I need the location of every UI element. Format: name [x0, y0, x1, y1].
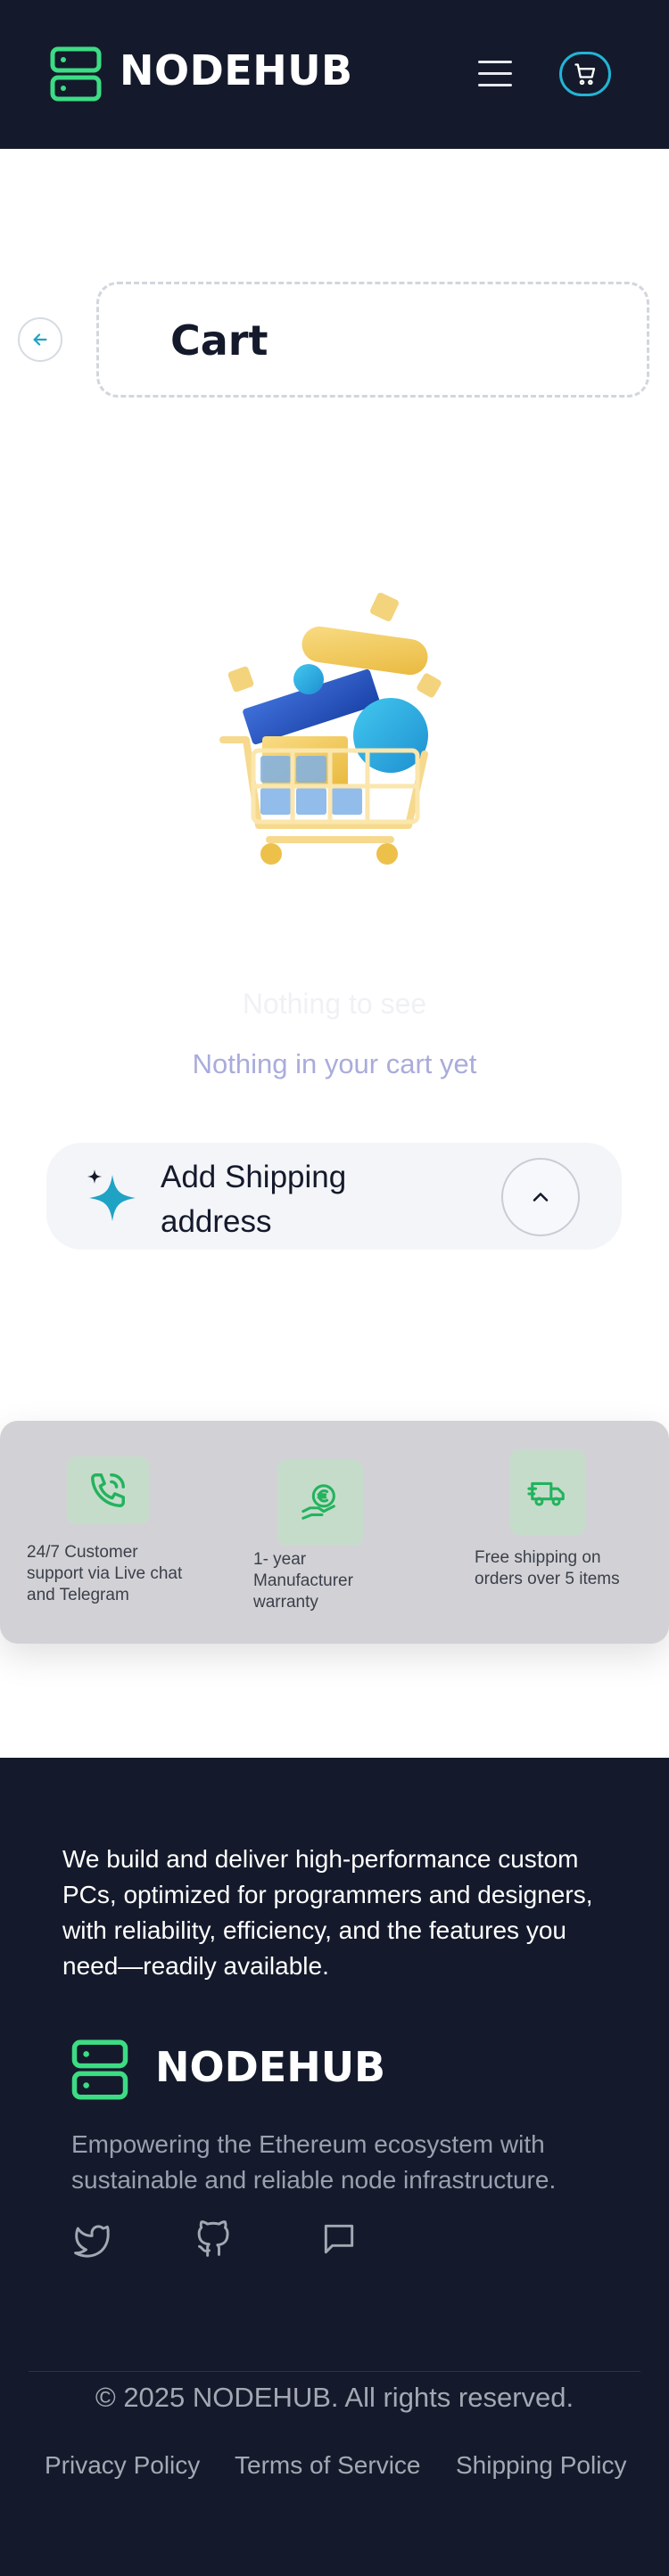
chevron-up-icon: [533, 1193, 549, 1202]
page-title: Cart: [170, 316, 268, 365]
copyright-text: © 2025 NODEHUB. All rights reserved.: [95, 2382, 574, 2413]
shopping-cart-icon: [574, 63, 596, 86]
phone-support-icon: [67, 1456, 149, 1524]
feature-text-warranty: 1- year Manufacturer warranty: [253, 1550, 353, 1612]
site-footer: We build and deliver high-performance cu…: [0, 1758, 669, 2576]
feature-text-support: 24/7 Customer support via Live chat and …: [27, 1543, 183, 1604]
chat-icon[interactable]: [319, 2219, 359, 2259]
empty-heading: Nothing to see: [242, 988, 427, 1020]
brand-name[interactable]: NODEHUB: [120, 46, 353, 94]
accordion-toggle-button[interactable]: [501, 1158, 580, 1236]
privacy-policy-link[interactable]: Privacy Policy: [45, 2451, 200, 2480]
hamburger-menu-icon[interactable]: [478, 61, 514, 89]
back-button[interactable]: [18, 317, 62, 362]
add-shipping-address-accordion[interactable]: Add Shipping address: [46, 1143, 622, 1250]
arrow-left-icon: [33, 333, 47, 346]
euro-hand-warranty-icon: [277, 1460, 363, 1546]
empty-cart-message: Nothing in your cart yet: [192, 1048, 477, 1079]
terms-of-service-link[interactable]: Terms of Service: [235, 2451, 421, 2480]
twitter-icon[interactable]: [71, 2219, 111, 2259]
cart-button[interactable]: [559, 52, 611, 96]
feature-text-shipping: Free shipping on orders over 5 items: [475, 1548, 620, 1588]
cart-title-box: Cart: [96, 282, 649, 398]
shipping-label: Add Shipping address: [161, 1160, 347, 1239]
server-logo-icon[interactable]: [71, 2039, 128, 2100]
server-logo-icon[interactable]: [50, 46, 102, 102]
footer-about-text: We build and deliver high-performance cu…: [62, 1845, 593, 1980]
sparkle-icon: [87, 1169, 136, 1221]
github-icon[interactable]: [194, 2219, 234, 2259]
delivery-truck-icon: [510, 1449, 585, 1535]
shipping-policy-link[interactable]: Shipping Policy: [456, 2451, 626, 2480]
empty-shopping-cart-illustration: [219, 593, 442, 865]
site-header: NODEHUB: [0, 0, 669, 149]
features-strip: 24/7 Customer support via Live chat and …: [0, 1421, 669, 1644]
footer-divider: [29, 2371, 640, 2372]
footer-tagline: Empowering the Ethereum ecosystem with s…: [71, 2130, 557, 2194]
footer-brand-name[interactable]: NODEHUB: [155, 2043, 385, 2091]
